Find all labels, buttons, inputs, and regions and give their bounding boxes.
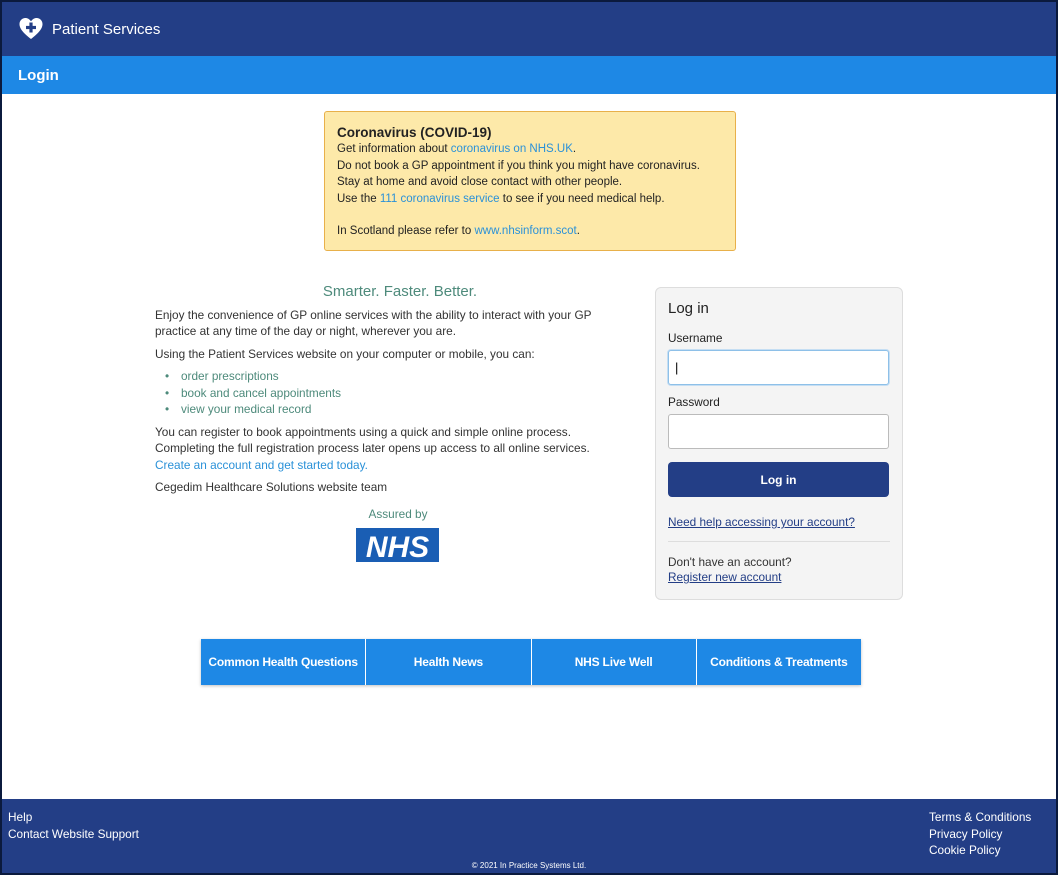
footer-cookie-link[interactable]: Cookie Policy <box>929 842 1031 859</box>
footer-contact-support-link[interactable]: Contact Website Support <box>8 826 139 843</box>
assured-by-label: Assured by <box>368 506 428 521</box>
covid-line-1: Get information about coronavirus on NHS… <box>337 141 723 158</box>
footer-help-link[interactable]: Help <box>8 809 139 826</box>
login-button[interactable]: Log in <box>668 462 889 497</box>
list-item: view your medical record <box>165 401 615 418</box>
health-links-bar: Common Health Questions Health News NHS … <box>201 639 861 685</box>
create-account-link[interactable]: Create an account and get started today. <box>155 458 368 472</box>
page-frame: Patient Services Login Coronavirus (COVI… <box>0 0 1058 875</box>
covid-line-5: In Scotland please refer to www.nhsinfor… <box>337 223 723 240</box>
covid-line-5-text: In Scotland please refer to <box>337 225 475 237</box>
covid-line-4-text: Use the <box>337 192 380 205</box>
intro-paragraph-3-text: You can register to book appointments us… <box>155 424 590 456</box>
username-label: Username <box>668 331 723 345</box>
footer-terms-link[interactable]: Terms & Conditions <box>929 809 1031 826</box>
heart-plus-icon <box>19 18 43 39</box>
intro-paragraph-3: You can register to book appointments us… <box>155 424 615 474</box>
username-input[interactable] <box>668 350 889 385</box>
footer-left-links: Help Contact Website Support <box>8 809 139 842</box>
covid-line-3: Stay at home and avoid close contact wit… <box>337 176 623 188</box>
footer: Help Contact Website Support Terms & Con… <box>2 799 1056 873</box>
page-title-bar: Login <box>2 56 1056 94</box>
nhs-logo-text: NHS <box>365 531 428 562</box>
nhs-logo: NHS <box>355 528 439 562</box>
covid-spacer <box>337 207 723 223</box>
list-item: book and cancel appointments <box>165 385 615 402</box>
covid-line-1-end: . <box>572 143 577 155</box>
app-name[interactable]: Patient Services <box>52 21 160 38</box>
nhs-coronavirus-link[interactable]: coronavirus on NHS.UK <box>451 143 573 155</box>
nhsinform-link[interactable]: www.nhsinform.scot <box>474 225 576 237</box>
features-list: order prescriptions book and cancel appo… <box>165 368 615 418</box>
copyright: © 2021 In Practice Systems Ltd. <box>471 861 587 870</box>
footer-right-links: Terms & Conditions Privacy Policy Cookie… <box>929 809 1031 859</box>
covid-line-4: Use the 111 coronavirus service to see i… <box>337 191 723 208</box>
help-access-link[interactable]: Need help accessing your account? <box>668 515 890 542</box>
password-input[interactable] <box>668 414 889 449</box>
password-label: Password <box>668 395 720 409</box>
tile-common-health-questions[interactable]: Common Health Questions <box>201 639 367 685</box>
signoff: Cegedim Healthcare Solutions website tea… <box>155 480 388 494</box>
login-title: Log in <box>668 300 709 317</box>
covid-line-4-end: to see if you need medical help. <box>499 192 665 205</box>
register-account-link[interactable]: Register new account <box>668 570 890 584</box>
covid-line-5-end: . <box>576 225 580 237</box>
covid-line-1-text: Get information about <box>337 143 451 155</box>
covid-line-2: Do not book a GP appointment if you thin… <box>337 159 700 172</box>
list-item: order prescriptions <box>165 368 615 385</box>
tagline: Smarter. Faster. Better. <box>322 283 478 300</box>
covid-notice-title: Coronavirus (COVID-19) <box>337 125 492 140</box>
no-account-text: Don't have an account? <box>668 555 792 569</box>
tile-conditions-treatments[interactable]: Conditions & Treatments <box>696 639 861 685</box>
tile-nhs-live-well[interactable]: NHS Live Well <box>531 639 697 685</box>
tile-health-news[interactable]: Health News <box>366 639 532 685</box>
covid-notice: Coronavirus (COVID-19) Get information a… <box>324 111 736 251</box>
footer-privacy-link[interactable]: Privacy Policy <box>929 826 1031 843</box>
intro-paragraph-1: Enjoy the convenience of GP online servi… <box>155 307 592 339</box>
login-panel: Log in Username Password Log in Need hel… <box>655 287 903 600</box>
intro-section: Smarter. Faster. Better. Enjoy the conve… <box>155 283 615 562</box>
top-header: Patient Services <box>2 2 1056 56</box>
page-title: Login <box>18 66 59 84</box>
intro-paragraph-2: Using the Patient Services website on yo… <box>155 346 535 361</box>
111-coronavirus-link[interactable]: 111 coronavirus service <box>380 193 500 205</box>
